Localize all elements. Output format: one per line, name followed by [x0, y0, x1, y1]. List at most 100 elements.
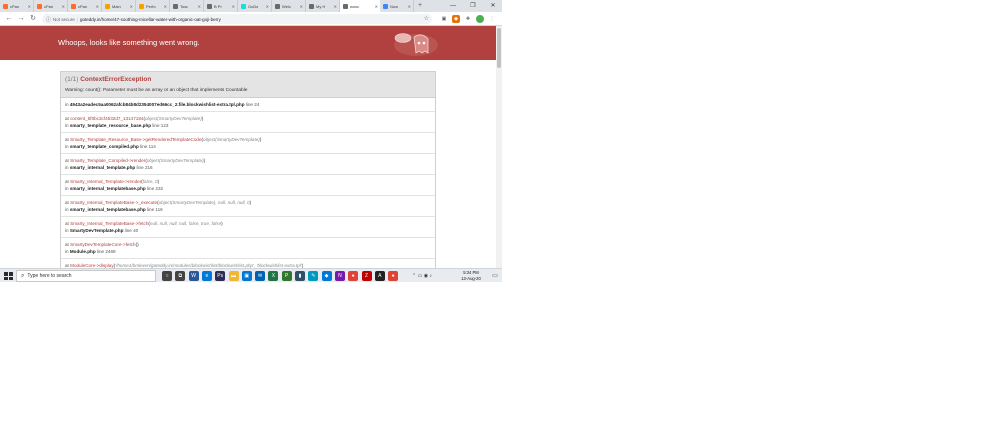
- browser-tab[interactable]: cPan ✕: [68, 0, 102, 12]
- frame-file[interactable]: smarty_internal_template.php: [70, 165, 135, 170]
- frame-location: in 4943a2eadec5aa0062afcb84b8d2354007ed6…: [65, 102, 260, 107]
- page-scrollbar[interactable]: [496, 26, 502, 268]
- mail-app-icon[interactable]: ✉: [255, 271, 266, 281]
- tab-close-icon[interactable]: ✕: [375, 4, 378, 9]
- browser-tab[interactable]: Now ✕: [380, 0, 414, 12]
- settings-app-icon[interactable]: ◆: [321, 271, 332, 281]
- frame-line-number: 216: [144, 165, 153, 170]
- frame-location: in Module.php line 2469: [65, 249, 116, 254]
- excel-app-icon[interactable]: X: [268, 271, 279, 281]
- frame-file[interactable]: SmartyDevTemplate.php: [70, 228, 124, 233]
- extension-orange-icon[interactable]: ◆: [452, 15, 460, 23]
- reload-button[interactable]: ↻: [28, 14, 38, 24]
- frame-file[interactable]: Module.php: [70, 249, 96, 254]
- browser-tab[interactable]: B Pr ✕: [204, 0, 238, 12]
- onenote-app-icon[interactable]: N: [334, 271, 345, 281]
- back-button[interactable]: ←: [4, 14, 14, 24]
- scroll-thumb[interactable]: [497, 28, 501, 68]
- frame-line-number: 116: [155, 207, 163, 212]
- tab-label: My H: [316, 3, 326, 9]
- taskbar-search[interactable]: ⌕ Type here to search: [16, 270, 156, 282]
- tab-label: B Pr: [214, 3, 222, 9]
- task-view-app-icon[interactable]: ⧉: [175, 271, 186, 281]
- tab-close-icon[interactable]: ✕: [232, 4, 235, 9]
- tab-favicon-icon: [3, 3, 8, 9]
- browser-tab[interactable]: Welc ✕: [272, 0, 306, 12]
- tab-label: Welc: [282, 3, 291, 9]
- tab-close-icon[interactable]: ✕: [300, 4, 303, 9]
- frame-file[interactable]: smarty_template_compiled.php: [70, 144, 139, 149]
- tab-close-icon[interactable]: ✕: [408, 4, 411, 9]
- filezilla-app-icon[interactable]: Z: [361, 271, 372, 281]
- frame-function: content_5f0bc3cf4532d7_13147184: [70, 116, 144, 121]
- tab-close-icon[interactable]: ✕: [334, 4, 337, 9]
- stack-frame: at content_5f0bc3cf4532d7_13147184(objec…: [61, 112, 435, 133]
- frame-function: Smarty_Template_Resource_Base->getRender…: [70, 137, 202, 142]
- terminal-app-icon[interactable]: ▮: [295, 271, 305, 281]
- close-window-button[interactable]: ✕: [486, 0, 500, 12]
- tab-label: Now: [390, 3, 399, 9]
- cortana-app-icon[interactable]: ○: [162, 271, 172, 281]
- frame-call: at Smarty_Template_Compiled->render(obje…: [65, 158, 206, 163]
- frame-location: in smarty_internal_templatebase.php line…: [65, 207, 163, 212]
- edge-app-icon[interactable]: e: [201, 271, 212, 281]
- browser-tab[interactable]: www. ✕: [340, 0, 380, 12]
- browser-tab[interactable]: Tosu ✕: [170, 0, 204, 12]
- browser-tab[interactable]: GoDa ✕: [238, 0, 272, 12]
- explorer-app-icon[interactable]: ▬: [228, 271, 239, 281]
- menu-icon[interactable]: ⋮: [488, 15, 496, 23]
- taskbar-clock[interactable]: 5:34 PM 13-Aug-20: [456, 270, 486, 281]
- extension-icon[interactable]: ▣: [440, 15, 448, 23]
- tab-label: cPan: [78, 3, 88, 9]
- tab-close-icon[interactable]: ✕: [164, 4, 167, 9]
- browser-tab[interactable]: cPan ✕: [34, 0, 68, 12]
- frame-file[interactable]: smarty_internal_templatebase.php: [70, 186, 146, 191]
- frame-function: Smarty_Template_Compiled->render: [70, 158, 146, 163]
- frame-args: object(SmartyDevTemplate), null, null, n…: [158, 200, 250, 205]
- word-app-icon[interactable]: W: [188, 271, 199, 281]
- ghost-logo-icon: [394, 33, 438, 56]
- notification-icon[interactable]: ▭: [490, 271, 500, 281]
- frame-location: in SmartyDevTemplate.php line 40: [65, 228, 139, 233]
- tool-app-icon[interactable]: ✎: [308, 271, 319, 281]
- browser-tab[interactable]: Main ✕: [102, 0, 136, 12]
- url-text[interactable]: goteddy.in/home/47-soothing-micellar-wat…: [80, 17, 221, 22]
- tab-close-icon[interactable]: ✕: [62, 4, 65, 9]
- exception-class: ContextErrorException: [80, 76, 152, 83]
- chrome-app-icon[interactable]: ●: [348, 271, 359, 281]
- avatar[interactable]: [476, 15, 484, 23]
- acrobat-app-icon[interactable]: A: [374, 271, 385, 281]
- frame-file[interactable]: smarty_template_resource_base.php: [70, 123, 151, 128]
- address-bar[interactable]: ⓘ Not secure | goteddy.in/home/47-soothi…: [42, 14, 432, 24]
- frame-call: at Smarty_Internal_TemplateBase->_execut…: [65, 200, 252, 205]
- address-separator: |: [76, 16, 78, 22]
- forward-button[interactable]: →: [16, 14, 26, 24]
- minimize-button[interactable]: —: [446, 0, 460, 12]
- frame-location: in smarty_internal_templatebase.php line…: [65, 186, 164, 191]
- error-banner: Whoops, looks like something went wrong.: [0, 26, 496, 60]
- info-icon[interactable]: ⓘ: [46, 16, 51, 23]
- project-app-icon[interactable]: P: [281, 271, 292, 281]
- ps-app-icon[interactable]: Ps: [215, 271, 226, 281]
- store-app-icon[interactable]: ▣: [241, 271, 252, 281]
- new-tab-button[interactable]: +: [414, 0, 426, 12]
- system-tray-icons[interactable]: ⌃ ▭ ◉ ♪: [412, 271, 432, 281]
- puzzle-icon[interactable]: ✚: [464, 15, 472, 23]
- tab-favicon-icon: [309, 3, 314, 9]
- frame-file[interactable]: smarty_internal_templatebase.php: [70, 207, 146, 212]
- frame-file[interactable]: 4943a2eadec5aa0062afcb84b8d2354007ed66cc…: [70, 102, 245, 107]
- frame-function: Smarty_Internal_TemplateBase->_execute: [70, 200, 158, 205]
- tab-close-icon[interactable]: ✕: [198, 4, 201, 9]
- browser-tab[interactable]: My H ✕: [306, 0, 340, 12]
- frame-function: Smarty_Internal_TemplateBase->fetch: [70, 221, 149, 226]
- tab-close-icon[interactable]: ✕: [96, 4, 99, 9]
- windows-start-icon[interactable]: [3, 271, 13, 281]
- maximize-button[interactable]: ❐: [466, 0, 480, 12]
- browser-tab[interactable]: cPan ✕: [0, 0, 34, 12]
- browser-tab[interactable]: Perfo ✕: [136, 0, 170, 12]
- tab-close-icon[interactable]: ✕: [266, 4, 269, 9]
- tab-close-icon[interactable]: ✕: [28, 4, 31, 9]
- tab-close-icon[interactable]: ✕: [130, 4, 133, 9]
- star-icon[interactable]: ☆: [424, 14, 429, 24]
- chrome-active-app-icon[interactable]: ●: [388, 271, 399, 281]
